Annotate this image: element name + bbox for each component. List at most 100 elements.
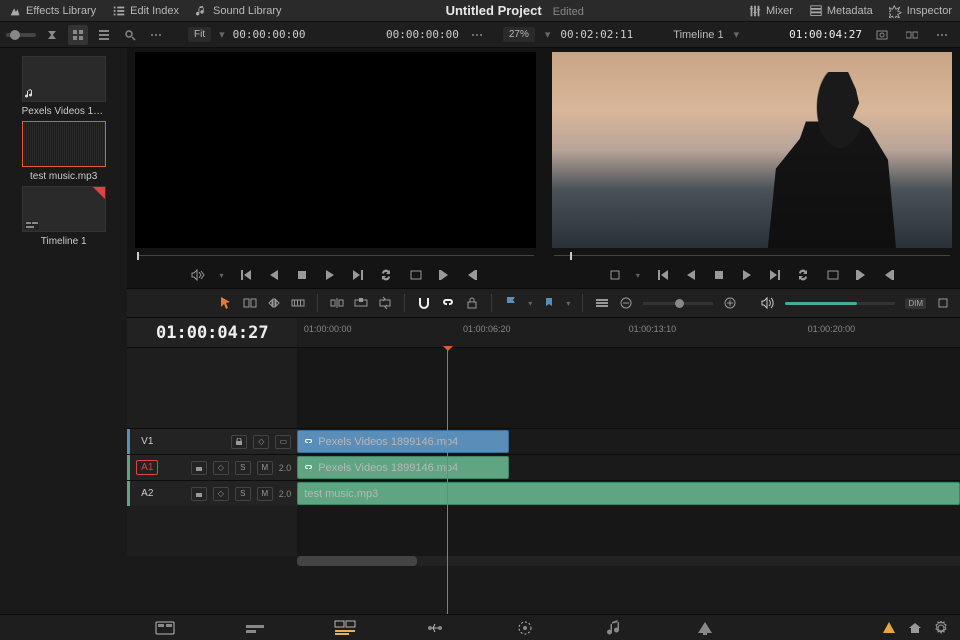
effects-library-button[interactable]: Effects Library — [8, 4, 96, 18]
dual-viewer-button[interactable] — [902, 25, 922, 45]
source-scrubber[interactable] — [135, 248, 535, 262]
sort-button[interactable] — [42, 25, 62, 45]
edited-indicator: Edited — [553, 6, 584, 18]
metadata-button[interactable]: Metadata — [809, 4, 873, 18]
timeline-name-dropdown[interactable]: Timeline 1 — [673, 29, 723, 41]
zoom-dropdown[interactable]: 27% — [503, 27, 535, 42]
loop-button[interactable] — [379, 268, 393, 282]
transform-icon[interactable] — [608, 268, 622, 282]
first-frame-button[interactable] — [239, 268, 253, 282]
grid-view-button[interactable] — [68, 25, 88, 45]
single-viewer-button[interactable] — [872, 25, 892, 45]
prog-loop-button[interactable] — [796, 268, 810, 282]
deliver-page-button[interactable] — [694, 619, 716, 637]
program-scrubber[interactable] — [552, 248, 952, 262]
zoom-out-button[interactable] — [619, 296, 633, 310]
edit-toolbar: ▾ ▾ DIM — [127, 288, 960, 318]
insert-button[interactable] — [330, 296, 344, 310]
out-button[interactable] — [465, 268, 479, 282]
inspector-button[interactable]: Inspector — [889, 4, 952, 18]
dynamic-trim-tool[interactable] — [267, 296, 281, 310]
a2-auto-select-button[interactable]: ◇ — [213, 487, 229, 501]
blade-tool[interactable] — [291, 296, 305, 310]
marker-button[interactable] — [542, 296, 556, 310]
project-settings-button[interactable] — [934, 621, 948, 635]
sound-library-button[interactable]: Sound Library — [195, 4, 282, 18]
link-button[interactable] — [441, 296, 455, 310]
cut-page-button[interactable] — [244, 619, 266, 637]
mixer-button[interactable]: Mixer — [748, 4, 793, 18]
prog-out-button[interactable] — [882, 268, 896, 282]
list-view-button[interactable] — [94, 25, 114, 45]
source-options-button[interactable] — [467, 25, 487, 45]
playhead[interactable] — [447, 348, 448, 614]
last-frame-button[interactable] — [351, 268, 365, 282]
audio-scrub-icon[interactable] — [191, 268, 205, 282]
v1-auto-select-button[interactable]: ◇ — [253, 435, 269, 449]
warning-icon[interactable] — [882, 621, 896, 635]
match-frame-button[interactable] — [409, 268, 423, 282]
clip-a2[interactable]: test music.mp3 — [297, 482, 960, 505]
a1-lock-button[interactable] — [191, 461, 207, 475]
media-page-button[interactable] — [154, 619, 176, 637]
prog-in-button[interactable] — [854, 268, 868, 282]
arrow-tool[interactable] — [219, 296, 233, 310]
edit-page-button[interactable] — [334, 619, 356, 637]
flag-button[interactable] — [504, 296, 518, 310]
trim-tool[interactable] — [243, 296, 257, 310]
media-item-timeline[interactable]: Timeline 1 — [22, 186, 106, 247]
zoom-in-button[interactable] — [723, 296, 737, 310]
monitor-volume-slider[interactable] — [785, 302, 895, 305]
edit-index-button[interactable]: Edit Index — [112, 4, 179, 18]
position-lock-button[interactable] — [465, 296, 479, 310]
a2-solo-button[interactable]: S — [235, 487, 251, 501]
mute-button[interactable] — [936, 296, 950, 310]
media-item-video[interactable]: Pexels Videos 18991… — [22, 56, 106, 117]
color-page-button[interactable] — [514, 619, 536, 637]
timeline-ruler[interactable]: 01:00:00:00 01:00:06:20 01:00:13:10 01:0… — [297, 318, 960, 347]
fairlight-page-button[interactable] — [604, 619, 626, 637]
program-frame[interactable] — [552, 52, 952, 248]
a1-solo-button[interactable]: S — [235, 461, 251, 475]
fusion-page-button[interactable] — [424, 619, 446, 637]
a1-auto-select-button[interactable]: ◇ — [213, 461, 229, 475]
play-button[interactable] — [323, 268, 337, 282]
a2-mute-button[interactable]: M — [257, 487, 273, 501]
in-button[interactable] — [437, 268, 451, 282]
monitor-volume-icon[interactable] — [761, 296, 775, 310]
track-a2: A2 ◇ S M 2.0 test music.mp3 — [127, 480, 960, 506]
timeline-view-button[interactable] — [595, 296, 609, 310]
a2-lock-button[interactable] — [191, 487, 207, 501]
media-item-audio[interactable]: test music.mp3 — [22, 121, 106, 182]
viewer-options-button[interactable] — [932, 25, 952, 45]
zoom-slider[interactable] — [643, 302, 713, 305]
a1-mute-button[interactable]: M — [257, 461, 273, 475]
prog-last-frame-button[interactable] — [768, 268, 782, 282]
thumbnail-slider[interactable] — [6, 33, 36, 37]
prog-stop-button[interactable] — [712, 268, 726, 282]
v1-lock-button[interactable] — [231, 435, 247, 449]
page-bar — [0, 614, 960, 640]
search-button[interactable] — [120, 25, 140, 45]
clip-v1[interactable]: Pexels Videos 1899146.mp4 — [297, 430, 509, 453]
snapping-button[interactable] — [417, 296, 431, 310]
source-timecode: 00:00:00:00 — [233, 28, 306, 41]
dim-button[interactable]: DIM — [905, 298, 926, 309]
replace-button[interactable] — [378, 296, 392, 310]
stop-button[interactable] — [295, 268, 309, 282]
prog-play-reverse-button[interactable] — [684, 268, 698, 282]
prog-match-frame-button[interactable] — [826, 268, 840, 282]
track-v1: V1 ◇ ▭ Pexels Videos 1899146.mp4 — [127, 428, 960, 454]
clip-a1[interactable]: Pexels Videos 1899146.mp4 — [297, 456, 509, 479]
prog-first-frame-button[interactable] — [656, 268, 670, 282]
fit-dropdown[interactable]: Fit — [188, 27, 211, 42]
source-frame[interactable] — [135, 52, 535, 248]
overwrite-button[interactable] — [354, 296, 368, 310]
pool-options-button[interactable] — [146, 25, 166, 45]
program-viewer: ▾ — [544, 48, 960, 288]
prog-play-button[interactable] — [740, 268, 754, 282]
timeline-scrollbar[interactable] — [297, 556, 960, 566]
v1-disable-button[interactable]: ▭ — [275, 435, 291, 449]
play-reverse-button[interactable] — [267, 268, 281, 282]
home-button[interactable] — [908, 621, 922, 635]
